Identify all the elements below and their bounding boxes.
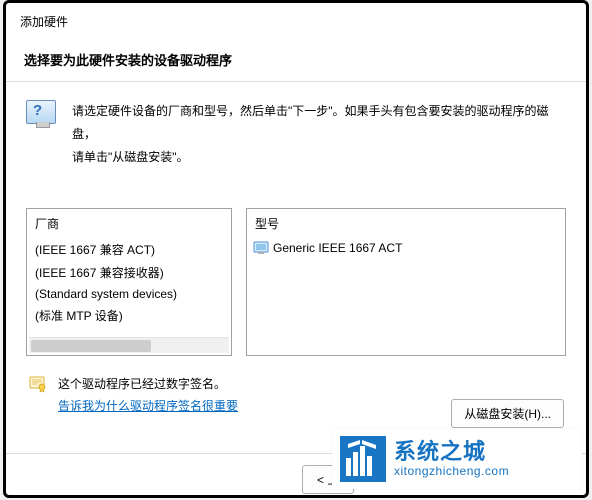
info-text: 请选定硬件设备的厂商和型号，然后单击"下一步"。如果手头有包含要安装的驱动程序的… [72, 100, 566, 168]
watermark-title: 系统之城 [394, 440, 509, 464]
vendor-scrollbar[interactable] [29, 337, 229, 353]
dialog-header: 添加硬件 [6, 3, 586, 36]
vendor-item[interactable]: (Standard system devices) [27, 284, 231, 304]
vendor-item[interactable]: (标准 MTP 设备) [27, 304, 231, 327]
info-line2: 请单击"从磁盘安装"。 [72, 150, 189, 164]
watermark: 系统之城 xitongzhicheng.com [332, 429, 582, 489]
device-icon [253, 240, 269, 256]
info-row: ? 请选定硬件设备的厂商和型号，然后单击"下一步"。如果手头有包含要安装的驱动程… [26, 100, 566, 168]
add-hardware-dialog: 添加硬件 选择要为此硬件安装的设备驱动程序 ? 请选定硬件设备的厂商和型号，然后… [3, 0, 589, 498]
help-icon: ? [26, 100, 58, 136]
signature-text: 这个驱动程序已经过数字签名。 [58, 374, 238, 396]
install-from-disk-button[interactable]: 从磁盘安装(H)... [451, 399, 564, 428]
model-header: 型号 [247, 209, 565, 236]
watermark-text: 系统之城 xitongzhicheng.com [394, 440, 509, 478]
lists-container: 厂商 (IEEE 1667 兼容 ACT) (IEEE 1667 兼容接收器) … [26, 208, 566, 356]
dialog-subtitle: 选择要为此硬件安装的设备驱动程序 [6, 36, 586, 81]
info-line1: 请选定硬件设备的厂商和型号，然后单击"下一步"。如果手头有包含要安装的驱动程序的… [72, 104, 549, 141]
signature-text-block: 这个驱动程序已经过数字签名。 告诉我为什么驱动程序签名很重要 [58, 374, 238, 417]
dialog-title: 添加硬件 [20, 13, 572, 30]
vendor-listbox[interactable]: 厂商 (IEEE 1667 兼容 ACT) (IEEE 1667 兼容接收器) … [26, 208, 232, 356]
model-list[interactable]: Generic IEEE 1667 ACT [247, 236, 565, 355]
signature-info-link[interactable]: 告诉我为什么驱动程序签名很重要 [58, 399, 238, 413]
watermark-logo-icon [340, 436, 386, 482]
scrollbar-thumb[interactable] [31, 340, 151, 352]
model-item[interactable]: Generic IEEE 1667 ACT [247, 238, 565, 258]
watermark-url: xitongzhicheng.com [394, 464, 509, 478]
vendor-item[interactable]: (IEEE 1667 兼容接收器) [27, 261, 231, 284]
vendor-header: 厂商 [27, 209, 231, 236]
dialog-body: ? 请选定硬件设备的厂商和型号，然后单击"下一步"。如果手头有包含要安装的驱动程… [6, 82, 586, 418]
certificate-icon [28, 374, 48, 394]
vendor-item[interactable]: (IEEE 1667 兼容 ACT) [27, 238, 231, 261]
model-listbox[interactable]: 型号 Generic IEEE 1667 ACT [246, 208, 566, 356]
model-item-label: Generic IEEE 1667 ACT [273, 241, 402, 255]
vendor-list[interactable]: (IEEE 1667 兼容 ACT) (IEEE 1667 兼容接收器) (St… [27, 236, 231, 337]
